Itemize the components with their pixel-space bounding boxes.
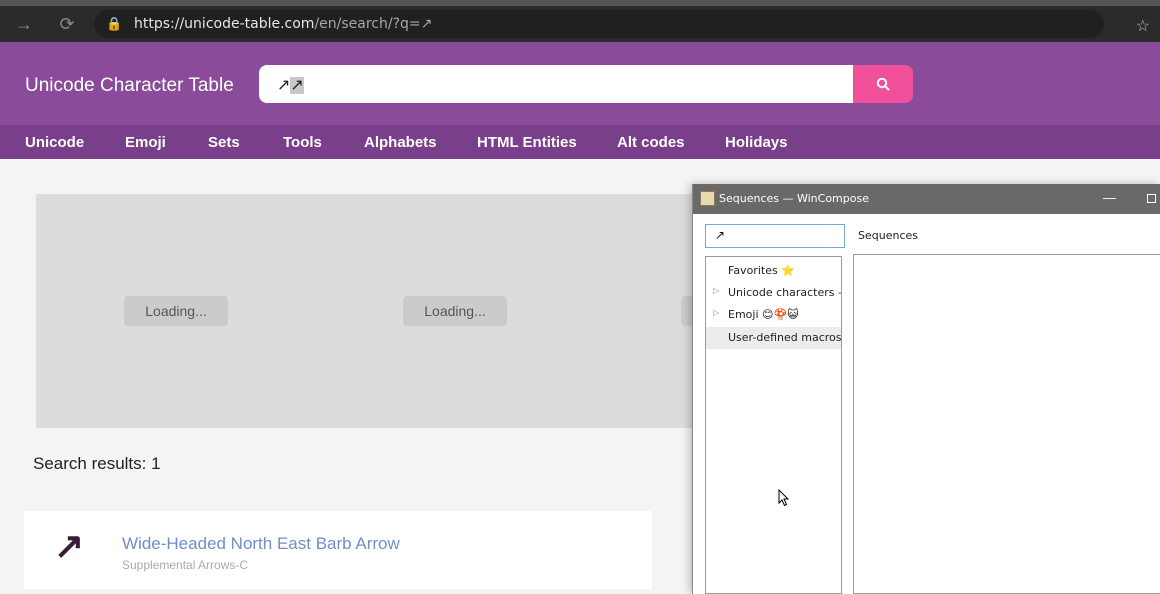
- category-tree: Favorites ⭐ ▷ Unicode characters — ▷ Emo…: [705, 256, 842, 594]
- result-name-link[interactable]: Wide-Headed North East Barb Arrow: [122, 534, 400, 554]
- nav-item-alt-codes[interactable]: Alt codes: [617, 134, 685, 151]
- sequences-header: Sequences: [858, 229, 918, 242]
- loading-placeholder: Loading...: [403, 296, 507, 326]
- wincompose-search-value: ↗: [715, 228, 726, 242]
- favorite-star-icon[interactable]: ☆: [1136, 16, 1150, 36]
- result-glyph[interactable]: ↗: [54, 525, 84, 567]
- nav-item-sets[interactable]: Sets: [208, 134, 240, 151]
- reload-icon[interactable]: ⟳: [55, 12, 79, 36]
- tree-item-emoji[interactable]: ▷ Emoji 😊🍄😺: [706, 304, 841, 326]
- result-block: Supplemental Arrows-C: [122, 558, 249, 572]
- ad-area: Loading... Loading...: [36, 194, 696, 428]
- maximize-icon[interactable]: [1147, 194, 1156, 203]
- tree-item-unicode-characters[interactable]: ▷ Unicode characters —: [706, 282, 841, 304]
- minimize-icon[interactable]: —: [1103, 190, 1116, 205]
- result-card[interactable]: ↗ Wide-Headed North East Barb Arrow Supp…: [24, 511, 652, 589]
- search-results-count: Search results: 1: [33, 454, 161, 473]
- wincompose-titlebar[interactable]: Sequences — WinCompose —: [693, 184, 1160, 214]
- nav-item-unicode[interactable]: Unicode: [25, 134, 84, 151]
- mouse-cursor-icon: [778, 489, 790, 507]
- nav-item-tools[interactable]: Tools: [283, 134, 322, 151]
- expand-arrow-icon[interactable]: ▷: [713, 308, 719, 317]
- tree-item-label: Emoji 😊🍄😺: [728, 308, 799, 321]
- tree-item-user-macros[interactable]: User-defined macros (: [706, 327, 841, 349]
- search-button[interactable]: [853, 65, 913, 103]
- wincompose-title: Sequences — WinCompose: [719, 192, 869, 205]
- search-value: ↗↗: [277, 75, 304, 95]
- browser-toolbar: → ⟳ 🔒 https://unicode-table.com/en/searc…: [0, 0, 1160, 42]
- tree-item-label: Favorites ⭐: [728, 264, 795, 277]
- wincompose-search-input[interactable]: ↗: [705, 224, 845, 248]
- tree-item-label: Unicode characters —: [728, 286, 841, 299]
- loading-placeholder: Loading...: [124, 296, 228, 326]
- sequences-list[interactable]: [853, 254, 1160, 594]
- nav-item-holidays[interactable]: Holidays: [725, 134, 788, 151]
- site-header: Unicode Character Table ↗↗: [0, 42, 1160, 125]
- nav-item-html-entities[interactable]: HTML Entities: [477, 134, 577, 151]
- site-title[interactable]: Unicode Character Table: [25, 75, 234, 97]
- search-icon: [876, 77, 890, 91]
- wincompose-app-icon: [700, 191, 715, 206]
- url-path: /en/search/?q=↗: [314, 16, 433, 32]
- lock-icon[interactable]: 🔒: [106, 16, 122, 32]
- search-value-plain: ↗: [277, 77, 291, 94]
- search-value-selected: ↗: [290, 77, 304, 94]
- wincompose-window: Sequences — WinCompose — ↗ Sequences Fav…: [692, 184, 1160, 594]
- address-url: https://unicode-table.com/en/search/?q=↗: [134, 16, 432, 32]
- nav-item-emoji[interactable]: Emoji: [125, 134, 166, 151]
- site-nav: Unicode Emoji Sets Tools Alphabets HTML …: [0, 125, 1160, 159]
- address-bar[interactable]: 🔒 https://unicode-table.com/en/search/?q…: [94, 10, 1104, 38]
- forward-icon[interactable]: →: [12, 12, 36, 36]
- search-input[interactable]: ↗↗: [259, 65, 855, 103]
- tree-item-favorites[interactable]: Favorites ⭐: [706, 260, 841, 282]
- expand-arrow-icon[interactable]: ▷: [713, 286, 719, 295]
- tree-item-label: User-defined macros (: [728, 331, 841, 344]
- nav-item-alphabets[interactable]: Alphabets: [364, 134, 437, 151]
- url-host: https://unicode-table.com: [134, 16, 315, 32]
